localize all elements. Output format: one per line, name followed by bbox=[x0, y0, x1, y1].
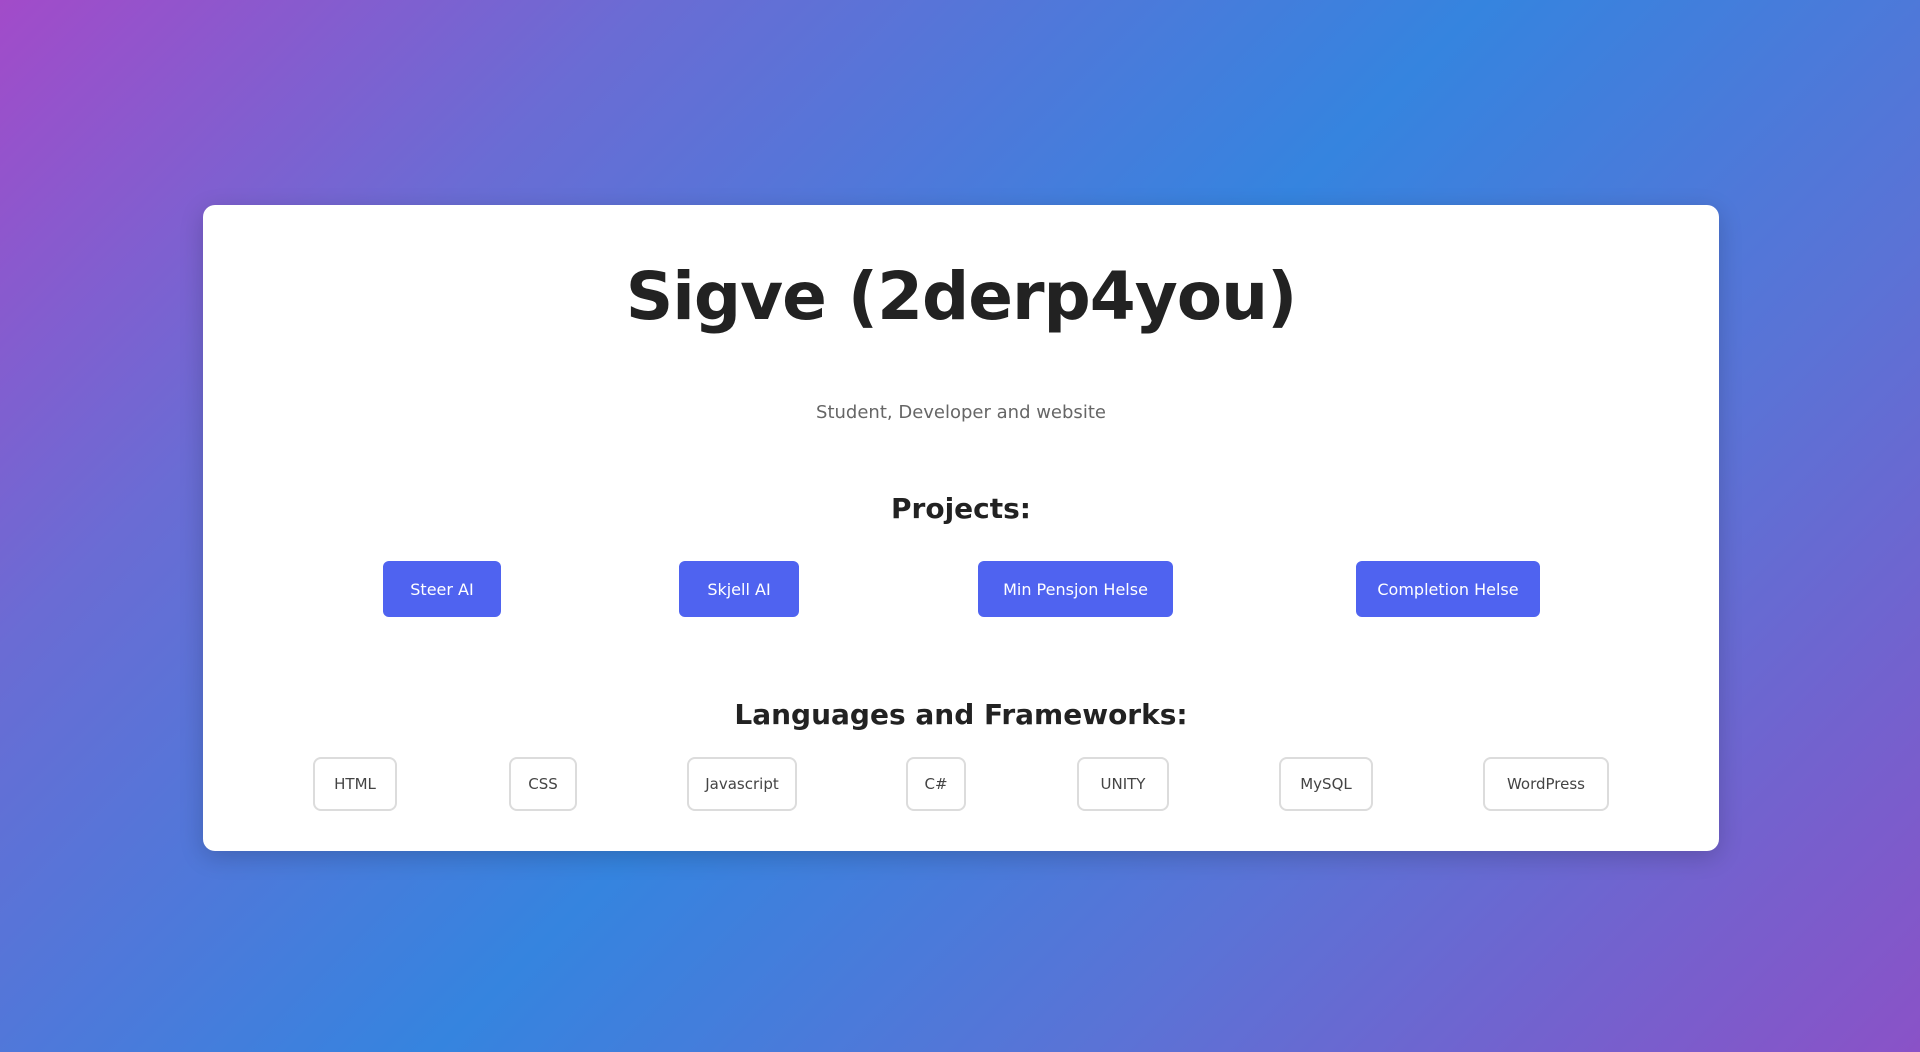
tag-unity: UNITY bbox=[1077, 757, 1169, 811]
project-button-min-pensjon-helse[interactable]: Min Pensjon Helse bbox=[978, 561, 1173, 617]
tag-css: CSS bbox=[509, 757, 577, 811]
profile-card: Sigve (2derp4you) Student, Developer and… bbox=[203, 205, 1719, 851]
project-button-skjell-ai[interactable]: Skjell AI bbox=[679, 561, 799, 617]
project-button-steer-ai[interactable]: Steer AI bbox=[383, 561, 501, 617]
page-title: Sigve (2derp4you) bbox=[625, 258, 1298, 335]
tag-csharp: C# bbox=[906, 757, 966, 811]
tag-javascript: Javascript bbox=[687, 757, 797, 811]
tag-wordpress: WordPress bbox=[1483, 757, 1609, 811]
tag-html: HTML bbox=[313, 757, 397, 811]
languages-heading: Languages and Frameworks: bbox=[734, 698, 1188, 731]
projects-heading: Projects: bbox=[891, 492, 1031, 525]
tag-mysql: MySQL bbox=[1279, 757, 1373, 811]
page-subtitle: Student, Developer and website bbox=[816, 402, 1106, 423]
project-button-completion-helse[interactable]: Completion Helse bbox=[1356, 561, 1540, 617]
